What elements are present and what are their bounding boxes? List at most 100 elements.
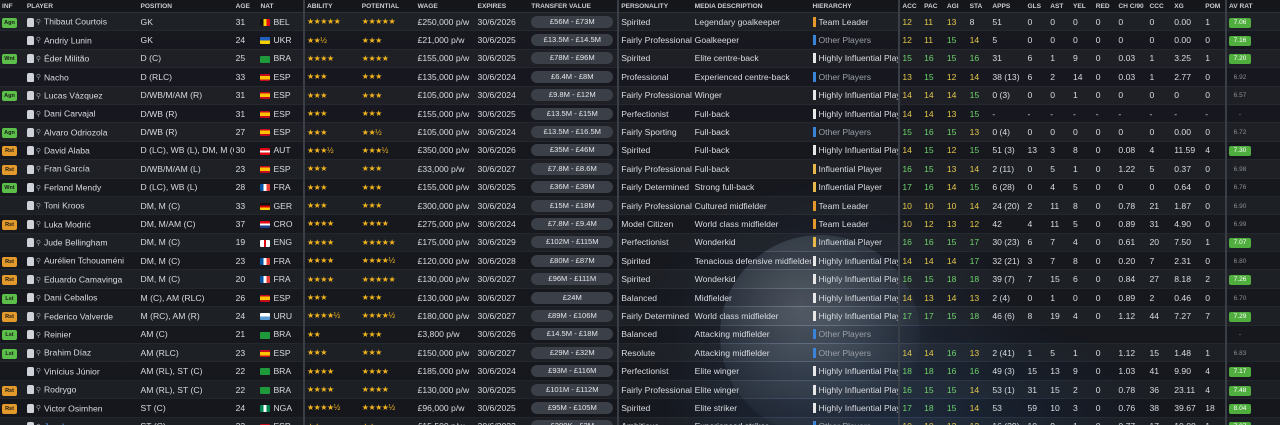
player-name[interactable]: Luka Modrić <box>44 219 91 229</box>
player-cell[interactable]: ⚲ Eduardo Camavinga <box>24 269 139 289</box>
player-name[interactable]: Brahim Díaz <box>44 348 91 358</box>
table-row[interactable]: ⚲ Jude Bellingham DM, M (C) 19 ENG ★★★★ ★★★★★ £… <box>0 233 1280 253</box>
transfer-value-pill[interactable]: £56M - £73M <box>531 15 614 28</box>
inf-badge[interactable]: Lst <box>2 330 17 341</box>
player-cell[interactable]: ⚲ Thibaut Courtois <box>24 12 139 32</box>
player-name[interactable]: Éder Militão <box>44 54 89 64</box>
column-header-av-rat[interactable]: AV RAT <box>1225 0 1280 13</box>
column-header-acc[interactable]: ACC <box>898 0 923 13</box>
column-header-inf[interactable]: INF <box>0 0 25 13</box>
player-cell[interactable]: ⚲ Jude Bellingham <box>24 233 139 253</box>
player-cell[interactable]: ⚲ Ferland Mendy <box>24 178 139 197</box>
column-header-potential[interactable]: POTENTIAL <box>359 0 416 13</box>
player-name[interactable]: Federico Valverde <box>44 311 113 321</box>
table-row[interactable]: Lst ⚲ Dani Ceballos M (C), AM (RLC) 26 ESP ★★★… <box>0 288 1280 308</box>
player-name[interactable]: Reinier <box>44 330 71 340</box>
table-row[interactable]: Lst ⚲ Reinier AM (C) 21 BRA ★★ ★★★ £3,800 p/w 30/… <box>0 325 1280 345</box>
column-header-sta[interactable]: STA <box>967 0 991 13</box>
table-row[interactable]: ⚲ Vinícius Júnior AM (RL), ST (C) 22 BRA ★★★★… <box>0 361 1280 381</box>
column-header-red[interactable]: RED <box>1093 0 1117 13</box>
player-name[interactable]: Thibaut Courtois <box>44 17 107 27</box>
inf-badge[interactable]: Agn <box>2 128 17 139</box>
column-header-ast[interactable]: AST <box>1048 0 1071 13</box>
column-header-apps[interactable]: APPS <box>990 0 1026 13</box>
transfer-value-pill[interactable]: £13.5M - £15M <box>531 107 614 120</box>
player-name[interactable]: Alvaro Odriozola <box>44 127 108 137</box>
transfer-value-pill[interactable]: £24M <box>531 291 614 304</box>
player-cell[interactable]: ⚲ Lucas Vázquez <box>24 86 139 105</box>
column-header-ch-c-90[interactable]: CH C/90 <box>1116 0 1148 13</box>
player-cell[interactable]: ⚲ Luka Modrić <box>24 214 139 234</box>
table-row[interactable]: Wnt ⚲ Éder Militão D (C) 25 BRA ★★★★ ★★★★ £155,0… <box>0 49 1280 69</box>
player-name[interactable]: Dani Carvajal <box>44 109 96 119</box>
player-cell[interactable]: ⚲ Federico Valverde <box>24 306 139 326</box>
inf-badge[interactable]: Wnt <box>2 54 17 65</box>
transfer-value-pill[interactable]: £13.5M - £16.5M <box>531 126 614 139</box>
inf-badge[interactable]: Rst <box>2 146 17 157</box>
inf-badge[interactable]: Rst <box>2 311 17 322</box>
player-cell[interactable]: ⚲Joselu <box>24 417 139 425</box>
player-name[interactable]: Joselu <box>44 422 69 425</box>
column-header-personality[interactable]: PERSONALITY <box>617 0 693 13</box>
inf-badge[interactable]: Rst <box>2 385 17 396</box>
player-name[interactable]: Victor Osimhen <box>44 403 103 413</box>
player-name[interactable]: Eduardo Camavinga <box>44 275 122 285</box>
table-row[interactable]: Rst ⚲ Rodrygo AM (RL), ST (C) 22 BRA ★★★★ ★★★★ £… <box>0 380 1280 400</box>
transfer-value-pill[interactable]: £95M - £105M <box>531 401 614 414</box>
column-header-pac[interactable]: PAC <box>922 0 945 13</box>
inf-badge[interactable]: Wnt <box>2 183 17 194</box>
column-header-expires[interactable]: EXPIRES <box>475 0 530 13</box>
column-header-ccc[interactable]: CCC <box>1147 0 1173 13</box>
column-header-pom[interactable]: POM <box>1203 0 1226 13</box>
table-row[interactable]: Rst ⚲ Luka Modrić DM, M/AM (C) 37 CRO ★★★★ ★★★★… <box>0 214 1280 234</box>
player-cell[interactable]: ⚲ Alvaro Odriozola <box>24 122 139 142</box>
player-cell[interactable]: ⚲ Victor Osimhen <box>24 398 139 418</box>
inf-badge[interactable]: Lst <box>2 293 17 304</box>
transfer-value-pill[interactable]: £93M - £116M <box>531 365 614 378</box>
transfer-value-pill[interactable]: £14.5M - £18M <box>531 328 614 341</box>
column-header-wage[interactable]: WAGE <box>415 0 476 13</box>
column-header-xg[interactable]: XG <box>1172 0 1204 13</box>
table-row[interactable]: ⚲ Nacho D (RLC) 33 ESP ★★★ ★★★ £135,000 p/w 30/6… <box>0 67 1280 87</box>
player-name[interactable]: Toni Kroos <box>44 201 85 211</box>
inf-badge[interactable]: Rst <box>2 219 17 230</box>
column-header-ability[interactable]: ABILITY <box>302 0 360 13</box>
table-row[interactable]: ⚲JoseluST (C)33ESP★★★★£15,500 p/w30/6/20… <box>0 417 1280 425</box>
table-row[interactable]: Rst ⚲ Federico Valverde M (RC), AM (R) 24 URU… <box>0 306 1280 326</box>
inf-badge[interactable]: Rst <box>2 275 17 286</box>
player-name[interactable]: Ferland Mendy <box>44 183 101 193</box>
table-row[interactable]: Rst ⚲ Victor Osimhen ST (C) 24 NGA ★★★★½ ★★★★½ £… <box>0 398 1280 418</box>
column-header-transfer-value[interactable]: TRANSFER VALUE <box>529 0 619 13</box>
player-cell[interactable]: ⚲ Brahim Díaz <box>24 343 139 363</box>
column-header-agi[interactable]: AGI <box>944 0 968 13</box>
transfer-value-pill[interactable]: £80M - £87M <box>531 254 614 267</box>
player-name[interactable]: Andriy Lunin <box>44 35 92 45</box>
column-header-gls[interactable]: GLS <box>1025 0 1049 13</box>
player-cell[interactable]: ⚲ Éder Militão <box>24 49 139 69</box>
transfer-value-pill[interactable]: £101M - £112M <box>531 383 614 396</box>
table-row[interactable]: ⚲ Andriy Lunin GK 24 UKR ★★½ ★★★ £21,000 p/w 30/… <box>0 30 1280 50</box>
player-name[interactable]: Nacho <box>44 72 69 82</box>
table-row[interactable]: Rst ⚲ Eduardo Camavinga DM, M (C) 20 FRA ★★★★ ★… <box>0 269 1280 289</box>
table-row[interactable]: Rst ⚲ David Alaba D (LC), WB (L), DM, M (C)… <box>0 141 1280 161</box>
inf-badge[interactable]: Agn <box>2 17 17 28</box>
player-name[interactable]: Dani Ceballos <box>44 293 98 303</box>
inf-badge[interactable]: Lst <box>2 348 17 359</box>
player-cell[interactable]: ⚲ Fran García <box>24 159 139 179</box>
table-row[interactable]: Agn ⚲ Lucas Vázquez D/WB/M/AM (R) 31 ESP ★★★ ★★… <box>0 86 1280 105</box>
player-cell[interactable]: ⚲ Andriy Lunin <box>24 30 139 50</box>
transfer-value-pill[interactable]: £102M - £115M <box>531 236 614 249</box>
transfer-value-pill[interactable]: £78M - £96M <box>531 52 614 65</box>
player-name[interactable]: Aurélien Tchouaméni <box>44 256 124 266</box>
column-header-hierarchy[interactable]: HIERARCHY <box>810 0 900 13</box>
player-cell[interactable]: ⚲ Toni Kroos <box>24 196 139 216</box>
transfer-value-pill[interactable]: £35M - £46M <box>531 144 614 157</box>
player-cell[interactable]: ⚲ Vinícius Júnior <box>24 361 139 381</box>
transfer-value-pill[interactable]: £7.8M - £9.4M <box>531 217 614 230</box>
player-cell[interactable]: ⚲ Dani Ceballos <box>24 288 139 308</box>
table-row[interactable]: ⚲ Dani Carvajal D/WB (R) 31 ESP ★★★ ★★★ £155,00… <box>0 104 1280 124</box>
column-header-position[interactable]: POSITION <box>138 0 234 13</box>
transfer-value-pill[interactable]: £7.8M - £8.6M <box>531 162 614 175</box>
player-name[interactable]: Lucas Vázquez <box>44 91 103 101</box>
column-header-age[interactable]: AGE <box>233 0 259 13</box>
